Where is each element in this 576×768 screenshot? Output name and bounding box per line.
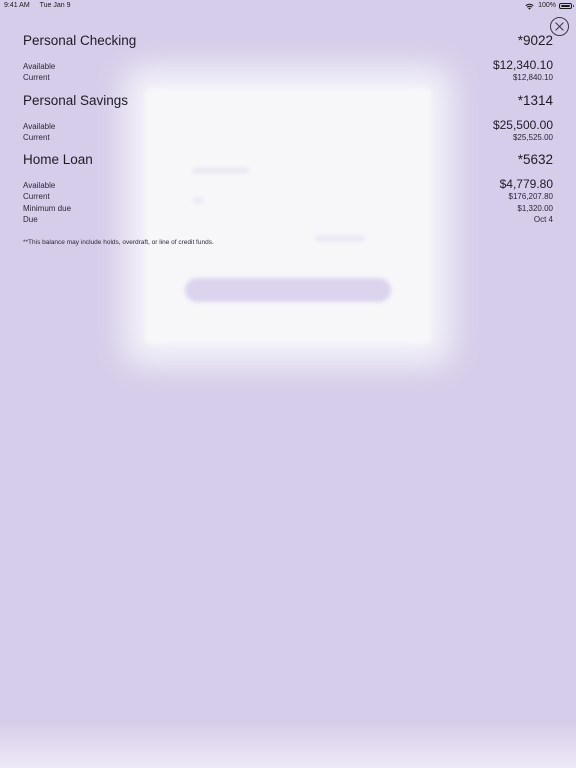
balance-row-due-date: Due Oct 4 xyxy=(23,214,553,226)
account-name: Personal Savings xyxy=(23,92,129,108)
wifi-icon xyxy=(525,3,534,10)
account-personal-savings[interactable]: Personal Savings *1314 Available $25,500… xyxy=(23,93,553,144)
battery-cap xyxy=(572,5,574,7)
status-time: 9:41 AM xyxy=(4,2,30,9)
row-value: $12,340.10 xyxy=(492,58,553,72)
row-label: Due xyxy=(23,215,38,224)
close-icon xyxy=(555,22,564,31)
row-value: $12,840.10 xyxy=(512,73,553,82)
account-header: Personal Checking *9022 xyxy=(23,33,553,54)
account-header: Personal Savings *1314 xyxy=(23,93,553,114)
account-header: Home Loan *5632 xyxy=(23,152,553,173)
balance-row-current: Current $12,840.10 xyxy=(23,72,553,84)
status-left: 9:41 AM Tue Jan 9 xyxy=(4,0,71,12)
account-number: *1314 xyxy=(517,92,553,108)
row-value: $4,779.80 xyxy=(499,177,553,191)
bottom-fade xyxy=(0,722,576,768)
row-value: $25,525.00 xyxy=(512,132,553,142)
row-value: $1,320.00 xyxy=(517,203,553,213)
row-label: Current xyxy=(23,132,50,142)
balance-row-current: Current $25,525.00 xyxy=(23,132,553,144)
row-value: $176,207.80 xyxy=(508,192,554,201)
account-home-loan[interactable]: Home Loan *5632 Available $4,779.80 Curr… xyxy=(23,152,553,226)
status-bar: 9:41 AM Tue Jan 9 100% xyxy=(0,0,576,12)
balance-row-available: Available $4,779.80 xyxy=(23,177,553,191)
battery-percent: 100% xyxy=(538,2,556,9)
battery-fill xyxy=(561,5,570,7)
balance-row-available: Available $12,340.10 xyxy=(23,58,553,72)
balance-row-current: Current $176,207.80 xyxy=(23,191,553,203)
row-label: Minimum due xyxy=(23,203,72,213)
balance-disclaimer: **This balance may include holds, overdr… xyxy=(23,239,214,246)
account-name: Personal Checking xyxy=(23,33,137,48)
row-label: Current xyxy=(23,73,50,82)
account-number: *5632 xyxy=(517,152,553,167)
balance-row-minimum-due: Minimum due $1,320.00 xyxy=(23,203,553,215)
account-name: Home Loan xyxy=(23,152,93,167)
account-personal-checking[interactable]: Personal Checking *9022 Available $12,34… xyxy=(23,33,553,84)
account-number: *9022 xyxy=(517,33,553,48)
row-label: Current xyxy=(23,192,50,201)
ghost-line xyxy=(315,236,365,241)
ghost-button xyxy=(185,278,391,302)
battery-icon xyxy=(559,3,574,9)
status-right: 100% xyxy=(525,0,574,12)
balance-row-available: Available $25,500.00 xyxy=(23,118,553,132)
accounts-list: Personal Checking *9022 Available $12,34… xyxy=(23,33,553,235)
row-value: $25,500.00 xyxy=(492,117,553,132)
status-date: Tue Jan 9 xyxy=(39,2,71,9)
row-value: Oct 4 xyxy=(533,215,553,224)
